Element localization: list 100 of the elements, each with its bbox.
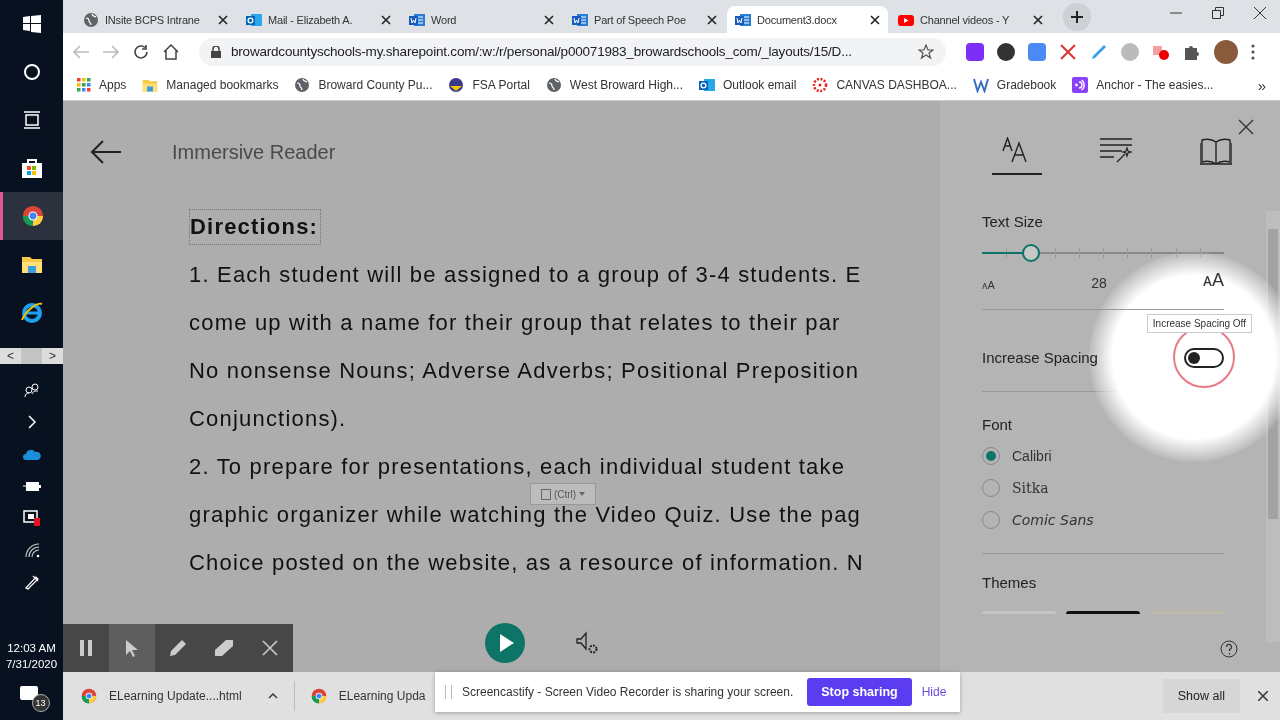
- recorder-tool[interactable]: [109, 624, 155, 672]
- font-option[interactable]: Sitka: [1012, 480, 1049, 496]
- document-text: come up with a name for their group that relates to their par: [189, 310, 841, 335]
- store-icon[interactable]: [20, 157, 43, 179]
- scrollbar-thumb[interactable]: [21, 348, 42, 364]
- browser-tab[interactable]: INsite BCPS Intrane: [75, 6, 236, 33]
- pointer-icon: [125, 639, 139, 657]
- reader-title: Immersive Reader: [172, 140, 336, 164]
- emblem-icon[interactable]: [448, 77, 465, 93]
- battery-icon[interactable]: [22, 480, 41, 492]
- windows-icon[interactable]: [22, 15, 41, 33]
- lock-icon: [211, 45, 221, 58]
- large-text-label: ᴀA: [1203, 270, 1224, 291]
- voice-settings-icon[interactable]: [574, 631, 599, 655]
- close-icon[interactable]: [1238, 119, 1254, 135]
- word-icon[interactable]: [735, 11, 751, 28]
- extension-icon[interactable]: [966, 42, 984, 61]
- text-size-slider[interactable]: [982, 244, 1224, 262]
- browser-tab[interactable]: Part of Speech Poe: [564, 6, 725, 33]
- cloud-icon[interactable]: [22, 448, 41, 460]
- globe-icon[interactable]: [83, 11, 99, 28]
- bookmark-link[interactable]: Anchor - The easies...: [1096, 78, 1214, 92]
- extension-icon[interactable]: [997, 42, 1015, 61]
- people-icon[interactable]: [23, 382, 40, 398]
- internet-explorer-icon[interactable]: [19, 300, 44, 324]
- apps-grid-icon[interactable]: [77, 78, 91, 92]
- browser-tab[interactable]: Document3.docx: [727, 6, 888, 33]
- section-label: Font: [982, 416, 1013, 433]
- notifications-icon[interactable]: [19, 686, 38, 700]
- close-icon[interactable]: [381, 14, 391, 25]
- paste-options[interactable]: (Ctrl): [530, 483, 596, 505]
- star-icon[interactable]: [918, 43, 934, 60]
- address-bar[interactable]: browardcountyschools-my.sharepoint.com/:w:/r/personal/p00071983_browardschools_com/_layouts/15/D...: [199, 37, 946, 66]
- close-icon[interactable]: [1033, 14, 1043, 25]
- bookmark-link[interactable]: Managed bookmarks: [166, 78, 279, 92]
- theme-swatch[interactable]: [1066, 611, 1140, 614]
- menu-icon[interactable]: [1251, 43, 1255, 60]
- close-icon[interactable]: [218, 14, 228, 25]
- bookmark-link[interactable]: West Broward High...: [569, 78, 683, 92]
- show-all-button[interactable]: Show all: [1162, 679, 1240, 713]
- hide-link[interactable]: Hide: [921, 685, 947, 699]
- pen-icon[interactable]: [23, 574, 40, 590]
- search-icon[interactable]: [22, 63, 41, 81]
- small-text-label: ᴀA: [982, 279, 995, 291]
- font-option[interactable]: Comic Sans: [1012, 512, 1094, 528]
- scissors-icon[interactable]: [1059, 42, 1077, 61]
- spacing-toggle[interactable]: [1184, 347, 1224, 368]
- text-size-value: 28: [1091, 275, 1107, 291]
- avatar[interactable]: [1214, 39, 1238, 64]
- bookmark-link[interactable]: Apps: [99, 78, 127, 92]
- bookmark-link[interactable]: CANVAS DASHBOA...: [836, 78, 957, 92]
- more-bookmarks[interactable]: »: [1257, 76, 1266, 94]
- word-icon[interactable]: [572, 11, 588, 28]
- back-arrow-icon[interactable]: [90, 140, 122, 164]
- outlook-icon[interactable]: [246, 11, 262, 28]
- screen-alert-icon[interactable]: [22, 510, 41, 526]
- clock-date[interactable]: 7/31/2020: [5, 656, 58, 672]
- podcast-icon[interactable]: [1072, 77, 1089, 93]
- close-icon[interactable]: [544, 14, 554, 25]
- close-icon[interactable]: [707, 14, 717, 25]
- close-icon[interactable]: [870, 14, 880, 25]
- outlook-icon[interactable]: [699, 77, 715, 93]
- font-option[interactable]: Calibri: [1012, 448, 1052, 464]
- play-button[interactable]: [484, 623, 525, 663]
- highlighter-icon[interactable]: [1090, 42, 1108, 61]
- chrome-icon[interactable]: [22, 205, 44, 227]
- globe-icon[interactable]: [545, 77, 562, 93]
- reload-icon[interactable]: [133, 43, 149, 60]
- download-name[interactable]: ELearning Update....html: [109, 689, 242, 703]
- bookmark-link[interactable]: FSA Portal: [472, 78, 530, 92]
- setting-label: Increase Spacing: [982, 349, 1098, 366]
- scroll-right-arrow[interactable]: >: [42, 348, 63, 364]
- stop-sharing-button[interactable]: Stop sharing: [807, 678, 912, 706]
- close-icon[interactable]: [1254, 6, 1266, 19]
- notification-count: 13: [31, 694, 50, 712]
- bookmark-link[interactable]: Broward County Pu...: [318, 78, 433, 92]
- browser-tab[interactable]: Channel videos - Y: [890, 6, 1051, 33]
- browser-tab[interactable]: Word: [401, 6, 562, 33]
- home-icon[interactable]: [163, 43, 179, 60]
- clock-time[interactable]: 12:03 AM: [5, 640, 58, 656]
- globe-icon[interactable]: [294, 77, 311, 93]
- task-view-icon[interactable]: [22, 111, 41, 129]
- canvas-icon[interactable]: [812, 77, 829, 93]
- download-name[interactable]: ELearning Upda: [338, 689, 426, 703]
- section-label: Text Size: [982, 213, 1044, 230]
- chevron-icon[interactable]: [26, 415, 37, 429]
- restore-icon[interactable]: [1212, 6, 1224, 19]
- w-logo-icon[interactable]: [972, 77, 989, 93]
- help-icon[interactable]: [1220, 640, 1238, 658]
- scroll-left-arrow[interactable]: <: [0, 348, 21, 364]
- caret-icon[interactable]: [267, 693, 278, 699]
- wifi-icon[interactable]: [23, 542, 40, 558]
- close-icon: [262, 640, 278, 656]
- bookmark-link[interactable]: Gradebook: [996, 78, 1057, 92]
- close-icon[interactable]: [1258, 691, 1268, 701]
- scrollbar-thumb[interactable]: [1268, 229, 1278, 519]
- word-icon[interactable]: [409, 11, 425, 28]
- tooltip: Increase Spacing Off: [1146, 314, 1252, 333]
- bookmark-link[interactable]: Outlook email: [723, 78, 797, 92]
- browser-tab[interactable]: Mail - Elizabeth A.: [238, 6, 399, 33]
